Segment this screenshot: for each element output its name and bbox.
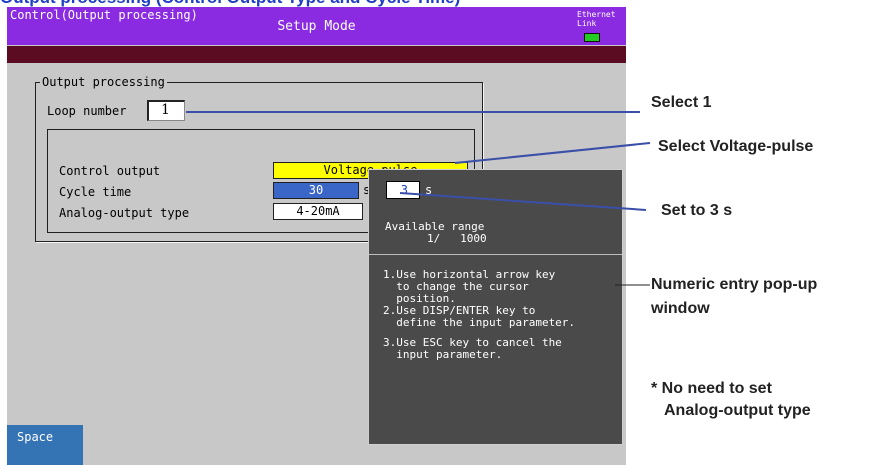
annotation-note-line1: * No need to set bbox=[651, 380, 772, 397]
annotation-popup-line2: window bbox=[651, 300, 710, 317]
annotation-select-loop: Select 1 bbox=[651, 94, 712, 111]
annotation-select-output: Select Voltage-pulse bbox=[658, 138, 814, 155]
callout-line-cycle bbox=[399, 192, 647, 211]
annotation-note-line2: Analog-output type bbox=[664, 402, 811, 419]
annotation-set-cycle: Set to 3 s bbox=[661, 202, 733, 219]
annotation-popup-line1: Numeric entry pop-up bbox=[651, 276, 818, 293]
callout-line-output bbox=[454, 142, 651, 164]
